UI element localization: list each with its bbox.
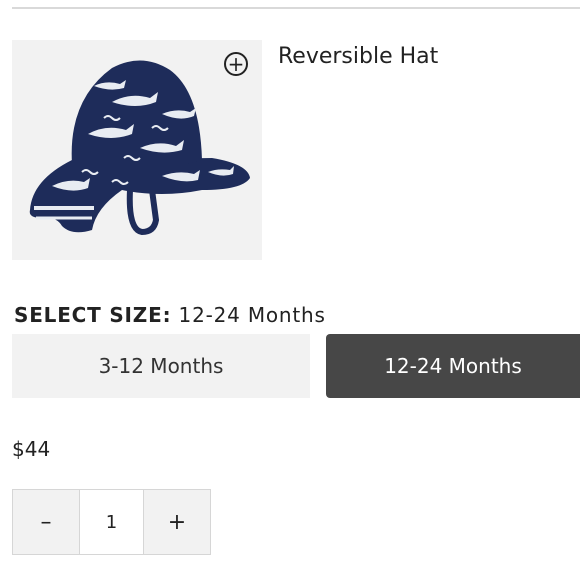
zoom-button[interactable]: + [224,52,248,76]
quantity-input[interactable]: 1 [79,490,144,554]
size-option-3-12[interactable]: 3-12 Months [12,334,310,398]
size-selector-label: SELECT SIZE: 12-24 Months [14,303,326,327]
product-image[interactable]: + [12,40,262,260]
hat-illustration [29,60,250,236]
product-price: $44 [12,437,51,461]
increment-button[interactable]: + [144,490,210,554]
top-divider [12,7,580,9]
size-label: SELECT SIZE: [14,303,172,327]
plus-circle-icon: + [227,52,245,76]
product-title: Reversible Hat [278,44,439,69]
quantity-stepper: – 1 + [12,489,211,555]
selected-size-value: 12-24 Months [178,303,326,327]
size-option-12-24[interactable]: 12-24 Months [326,334,580,398]
decrement-button[interactable]: – [13,490,79,554]
